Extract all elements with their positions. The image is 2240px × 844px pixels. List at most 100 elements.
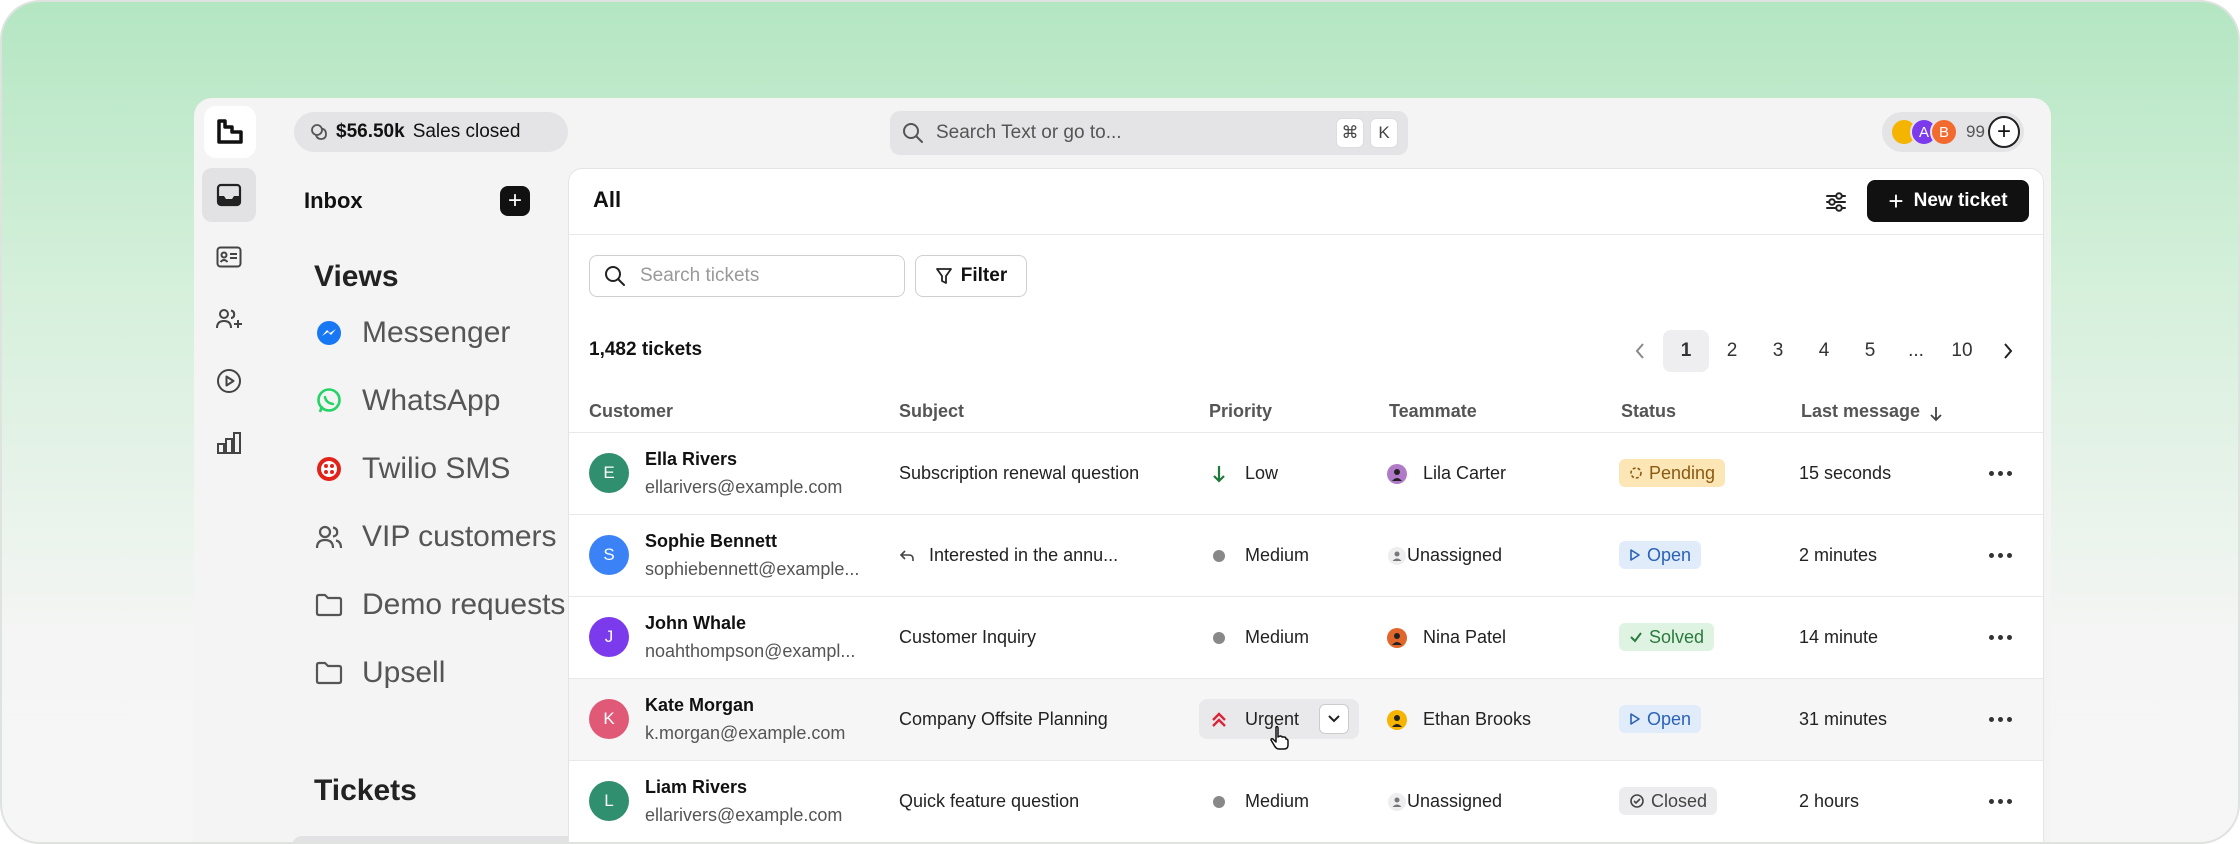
sliders-icon[interactable] xyxy=(1821,187,1851,217)
priority-cell[interactable]: Low xyxy=(1209,463,1278,484)
page-button[interactable]: 5 xyxy=(1847,330,1893,372)
customer-name[interactable]: Sophie Bennett xyxy=(645,531,777,552)
page-button[interactable]: 1 xyxy=(1663,330,1709,372)
unassigned-icon xyxy=(1388,546,1406,565)
check-circle-icon xyxy=(1630,794,1644,808)
teammate-cell[interactable]: Lila Carter xyxy=(1387,463,1506,484)
teammate-avatar xyxy=(1387,709,1407,730)
app-window: $56.50k Sales closed Search Text or go t… xyxy=(194,98,2051,842)
teammate-name: Lila Carter xyxy=(1423,463,1507,483)
rail-inbox-button[interactable] xyxy=(202,168,256,222)
users-plus-icon xyxy=(216,309,242,329)
more-actions-button[interactable] xyxy=(1985,543,2015,567)
ticket-subject[interactable]: Subscription renewal question xyxy=(899,463,1139,484)
column-teammate[interactable]: Teammate xyxy=(1389,401,1477,422)
global-search[interactable]: Search Text or go to... ⌘ K xyxy=(890,111,1408,155)
teammate-cell[interactable]: Ethan Brooks xyxy=(1387,709,1531,730)
new-ticket-button[interactable]: + New ticket xyxy=(1867,180,2029,222)
customer-name[interactable]: Liam Rivers xyxy=(645,777,747,798)
sidebar-item-twilio-sms[interactable]: Twilio SMS xyxy=(314,449,510,489)
filter-icon xyxy=(935,268,952,284)
priority-cell[interactable]: Medium xyxy=(1209,545,1309,566)
next-page-button[interactable] xyxy=(1985,330,2031,372)
ticket-search-input[interactable]: Search tickets xyxy=(589,255,905,297)
teammate-cell[interactable]: Unassigned xyxy=(1387,545,1502,566)
page-button[interactable]: 2 xyxy=(1709,330,1755,372)
column-customer[interactable]: Customer xyxy=(589,401,673,422)
left-rail xyxy=(194,98,264,842)
hand-cursor-icon xyxy=(1270,725,1289,750)
more-actions-button[interactable] xyxy=(1985,707,2015,731)
priority-cell[interactable]: Medium xyxy=(1209,791,1309,812)
status-badge[interactable]: Open xyxy=(1619,541,1702,569)
avatar: S xyxy=(589,535,629,575)
customer-email: k.morgan@example.com xyxy=(645,723,846,743)
priority-dropdown-toggle[interactable] xyxy=(1319,704,1349,734)
sidebar-item-messenger[interactable]: Messenger xyxy=(314,313,510,353)
ticket-subject[interactable]: Interested in the annu... xyxy=(899,545,1118,566)
app-logo[interactable] xyxy=(204,106,256,158)
table-row[interactable]: S Sophie Bennett sophiebennett@example... I… xyxy=(569,515,2043,597)
status-badge[interactable]: Open xyxy=(1619,705,1702,733)
more-actions-button[interactable] xyxy=(1985,789,2015,813)
customer-email: ellarivers@example.com xyxy=(645,805,843,825)
sidebar-item-upsell[interactable]: Upsell xyxy=(314,653,445,693)
ticket-subject-text: Interested in the annu... xyxy=(929,545,1119,565)
sales-closed-pill[interactable]: $56.50k Sales closed xyxy=(294,112,568,152)
search-icon xyxy=(605,266,625,286)
sort-down-icon[interactable] xyxy=(1929,405,1943,423)
sidebar-item-label: Twilio SMS xyxy=(362,452,511,485)
add-inbox-button[interactable]: + xyxy=(500,186,530,216)
online-users[interactable]: A B 99 + xyxy=(1882,112,2024,152)
ticket-subject[interactable]: Quick feature question xyxy=(899,791,1079,812)
more-actions-button[interactable] xyxy=(1985,625,2015,649)
column-status[interactable]: Status xyxy=(1621,401,1676,422)
sales-label: Sales closed xyxy=(412,121,521,142)
ticket-subject[interactable]: Company Offsite Planning xyxy=(899,709,1108,730)
add-user-button[interactable]: + xyxy=(1988,116,2020,148)
sidebar-item-label: Messenger xyxy=(362,316,511,349)
table-row[interactable]: K Kate Morgan k.morgan@example.com Company … xyxy=(569,679,2043,761)
search-icon xyxy=(903,123,923,143)
priority-label: Low xyxy=(1245,463,1279,483)
prev-page-button[interactable] xyxy=(1617,330,1663,372)
more-actions-button[interactable] xyxy=(1985,461,2015,485)
folder-icon xyxy=(314,590,344,620)
status-label: Open xyxy=(1647,708,1692,729)
table-row[interactable]: E Ella Rivers ellarivers@example.com Subscr… xyxy=(569,433,2043,515)
messenger-icon xyxy=(314,318,344,348)
customer-name[interactable]: Ella Rivers xyxy=(645,449,737,470)
rail-play-button[interactable] xyxy=(202,354,256,408)
inbox-title: Inbox xyxy=(304,188,363,213)
column-priority[interactable]: Priority xyxy=(1209,401,1272,422)
filter-button[interactable]: Filter xyxy=(915,255,1027,297)
rail-team-button[interactable] xyxy=(202,292,256,346)
teammate-cell[interactable]: Unassigned xyxy=(1387,791,1502,812)
rail-reports-button[interactable] xyxy=(202,416,256,470)
sidebar-item-vip-customers[interactable]: VIP customers xyxy=(314,517,557,557)
sidebar-item-whatsapp[interactable]: WhatsApp xyxy=(314,381,500,421)
column-last-message[interactable]: Last message xyxy=(1801,401,1920,422)
customer-name[interactable]: John Whale xyxy=(645,613,746,634)
page-button[interactable]: 10 xyxy=(1939,330,1985,372)
priority-cell[interactable]: Medium xyxy=(1209,627,1309,648)
status-badge[interactable]: Pending xyxy=(1619,459,1726,487)
sidebar-item-selected[interactable] xyxy=(292,836,592,842)
dot-icon xyxy=(1213,631,1225,644)
online-users-count: 99 xyxy=(1966,122,1985,141)
status-badge[interactable]: Solved xyxy=(1619,623,1715,651)
tickets-heading: Tickets xyxy=(314,774,417,807)
teammate-name: Nina Patel xyxy=(1423,627,1507,647)
status-badge[interactable]: Closed xyxy=(1619,787,1718,815)
page-button[interactable]: 3 xyxy=(1755,330,1801,372)
panel-header: All + New ticket xyxy=(569,169,2043,235)
page-button[interactable]: 4 xyxy=(1801,330,1847,372)
table-row[interactable]: J John Whale noahthompson@exampl... Custome… xyxy=(569,597,2043,679)
column-subject[interactable]: Subject xyxy=(899,401,964,422)
table-row[interactable]: L Liam Rivers ellarivers@example.com Quick … xyxy=(569,761,2043,842)
sidebar-item-demo-requests[interactable]: Demo requests xyxy=(314,585,565,625)
rail-contacts-button[interactable] xyxy=(202,230,256,284)
teammate-cell[interactable]: Nina Patel xyxy=(1387,627,1506,648)
customer-name[interactable]: Kate Morgan xyxy=(645,695,754,716)
ticket-subject[interactable]: Customer Inquiry xyxy=(899,627,1036,648)
